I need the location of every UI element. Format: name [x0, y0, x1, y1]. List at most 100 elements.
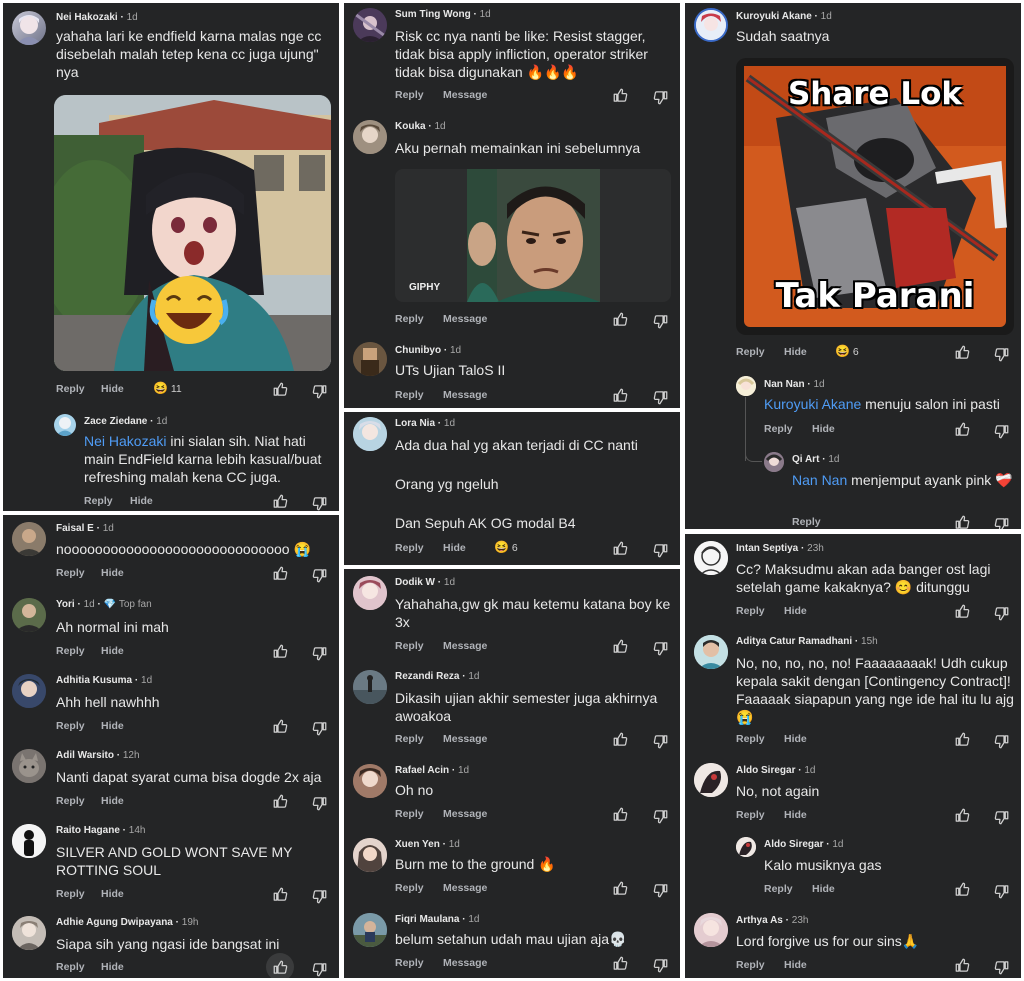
avatar[interactable] — [694, 913, 728, 947]
dislike-icon[interactable] — [653, 958, 668, 973]
hide-button[interactable]: Hide — [784, 809, 807, 821]
dislike-icon[interactable] — [653, 390, 668, 405]
dislike-icon[interactable] — [653, 883, 668, 898]
comment-author[interactable]: Aldo Siregar · 1d — [736, 765, 815, 776]
avatar[interactable] — [12, 598, 46, 632]
avatar[interactable] — [353, 764, 387, 798]
comment-author[interactable]: Kouka · 1d — [395, 121, 446, 132]
dislike-icon[interactable] — [653, 314, 668, 329]
comment-author[interactable]: Rafael Acin · 1d — [395, 765, 469, 776]
like-icon[interactable] — [955, 808, 970, 823]
dislike-icon[interactable] — [653, 734, 668, 749]
hide-button[interactable]: Hide — [101, 720, 124, 732]
giphy-gif-image[interactable] — [467, 169, 600, 302]
avatar[interactable] — [353, 342, 387, 376]
meme-image[interactable]: Share Lok Tak Parani — [736, 58, 1014, 335]
hide-button[interactable]: Hide — [784, 605, 807, 617]
avatar[interactable] — [736, 376, 756, 396]
reaction-count[interactable]: 😆 6 — [835, 344, 859, 358]
comment-author[interactable]: Rezandi Reza · 1d — [395, 671, 479, 682]
hide-button[interactable]: Hide — [101, 383, 124, 395]
reaction-count[interactable]: 😆 11 — [153, 381, 182, 395]
like-icon[interactable] — [613, 807, 628, 822]
mention-link[interactable]: Kuroyuki Akane — [764, 396, 861, 412]
message-button[interactable]: Message — [443, 957, 487, 969]
giphy-attachment[interactable]: GIPHY — [395, 169, 671, 302]
comment-author[interactable]: Lora Nia · 1d — [395, 418, 455, 429]
reply-button[interactable]: Reply — [84, 495, 113, 507]
avatar[interactable] — [694, 635, 728, 669]
like-icon[interactable] — [613, 639, 628, 654]
avatar[interactable] — [12, 674, 46, 708]
comment-author[interactable]: Intan Septiya · 23h — [736, 543, 824, 554]
hide-button[interactable]: Hide — [101, 567, 124, 579]
reply-button[interactable]: Reply — [764, 883, 793, 895]
comment-author[interactable]: Chunibyo · 1d — [395, 345, 461, 356]
hide-button[interactable]: Hide — [812, 423, 835, 435]
hide-button[interactable]: Hide — [130, 495, 153, 507]
like-icon[interactable] — [955, 958, 970, 973]
dislike-icon[interactable] — [312, 962, 327, 977]
message-button[interactable]: Message — [443, 313, 487, 325]
like-icon[interactable] — [613, 88, 628, 103]
dislike-icon[interactable] — [312, 496, 327, 511]
like-icon[interactable] — [273, 644, 288, 659]
message-button[interactable]: Message — [443, 89, 487, 101]
reply-button[interactable]: Reply — [56, 383, 85, 395]
message-button[interactable]: Message — [443, 389, 487, 401]
reply-button[interactable]: Reply — [56, 720, 85, 732]
reply-button[interactable]: Reply — [736, 959, 765, 971]
comment-author[interactable]: Adhie Agung Dwipayana · 19h — [56, 917, 198, 928]
dislike-icon[interactable] — [653, 809, 668, 824]
like-icon[interactable] — [613, 732, 628, 747]
message-button[interactable]: Message — [443, 808, 487, 820]
comment-author[interactable]: Qi Art · 1d — [792, 454, 839, 465]
dislike-icon[interactable] — [994, 347, 1009, 362]
avatar[interactable] — [353, 838, 387, 872]
comment-author[interactable]: Adhitia Kusuma · 1d — [56, 675, 152, 686]
dislike-icon[interactable] — [994, 517, 1009, 529]
hide-button[interactable]: Hide — [443, 542, 466, 554]
dislike-icon[interactable] — [653, 543, 668, 558]
comment-author[interactable]: Zace Ziedane · 1d — [84, 416, 167, 427]
avatar[interactable] — [694, 541, 728, 575]
like-icon[interactable] — [273, 494, 288, 509]
reply-button[interactable]: Reply — [395, 542, 424, 554]
avatar[interactable] — [353, 8, 387, 42]
reply-button[interactable]: Reply — [395, 733, 424, 745]
dislike-icon[interactable] — [312, 721, 327, 736]
comment-author[interactable]: Yori · 1d · 💎 Top fan — [56, 599, 152, 610]
hide-button[interactable]: Hide — [101, 888, 124, 900]
comment-author[interactable]: Nei Hakozaki · 1d — [56, 12, 138, 23]
avatar[interactable] — [736, 837, 756, 857]
comment-author[interactable]: Raito Hagane · 14h — [56, 825, 145, 836]
dislike-icon[interactable] — [312, 646, 327, 661]
avatar[interactable] — [12, 522, 46, 556]
dislike-icon[interactable] — [994, 424, 1009, 439]
avatar[interactable] — [353, 120, 387, 154]
hide-button[interactable]: Hide — [784, 733, 807, 745]
comment-author[interactable]: Adil Warsito · 12h — [56, 750, 140, 761]
dislike-icon[interactable] — [994, 810, 1009, 825]
reply-button[interactable]: Reply — [56, 645, 85, 657]
like-icon[interactable] — [273, 960, 288, 975]
avatar[interactable] — [764, 452, 784, 472]
avatar[interactable] — [353, 417, 387, 451]
dislike-icon[interactable] — [994, 884, 1009, 899]
like-icon[interactable] — [955, 515, 970, 529]
comment-author[interactable]: Faisal E · 1d — [56, 523, 114, 534]
avatar[interactable] — [694, 763, 728, 797]
avatar[interactable] — [694, 8, 728, 42]
dislike-icon[interactable] — [653, 90, 668, 105]
comment-author[interactable]: Aldo Siregar · 1d — [764, 839, 843, 850]
dislike-icon[interactable] — [653, 641, 668, 656]
like-icon[interactable] — [273, 566, 288, 581]
like-icon[interactable] — [955, 345, 970, 360]
mention-link[interactable]: Nei Hakozaki — [84, 433, 166, 449]
hide-button[interactable]: Hide — [101, 961, 124, 973]
like-icon[interactable] — [613, 312, 628, 327]
reply-button[interactable]: Reply — [764, 423, 793, 435]
hide-button[interactable]: Hide — [784, 346, 807, 358]
avatar[interactable] — [353, 913, 387, 947]
avatar[interactable] — [54, 414, 76, 436]
